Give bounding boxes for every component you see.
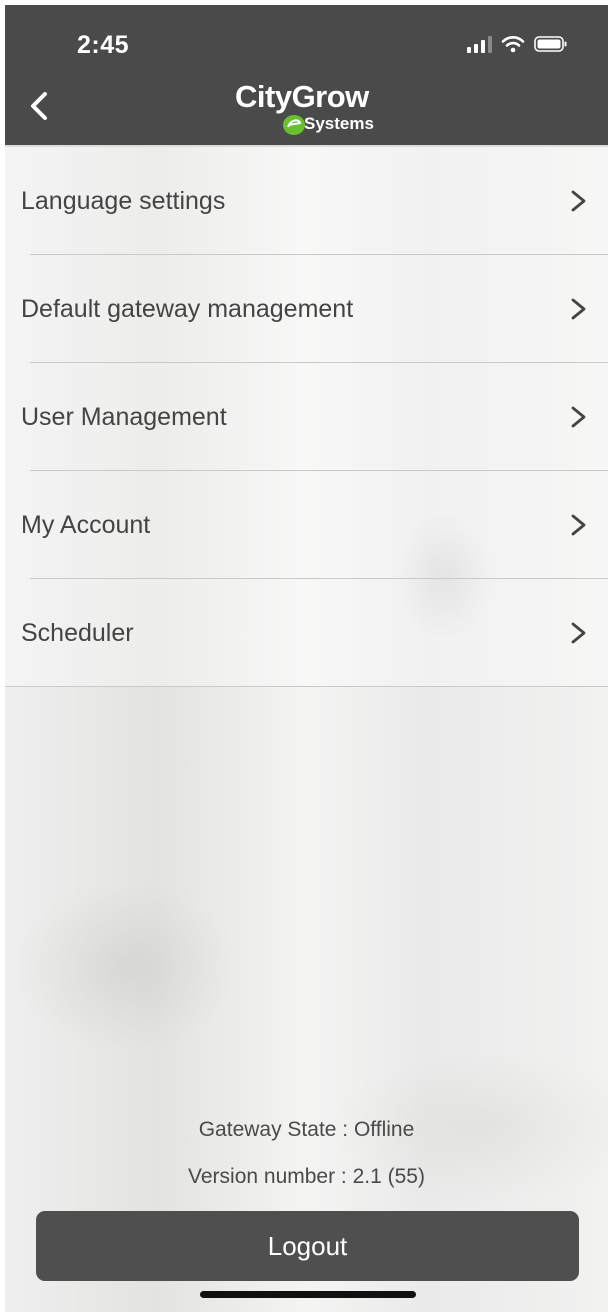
home-indicator (200, 1291, 416, 1298)
logo-text-systems: Systems (304, 114, 374, 133)
chevron-right-icon (571, 514, 586, 536)
menu-item-my-account[interactable]: My Account (5, 471, 608, 579)
app-header: CityGrow Systems (5, 63, 608, 147)
logo-text-citygrow: CityGrow (235, 79, 369, 114)
menu-item-language-settings[interactable]: Language settings (5, 147, 608, 255)
menu-item-user-management[interactable]: User Management (5, 363, 608, 471)
citygrow-logo: CityGrow Systems (230, 79, 390, 135)
version-number-text: Version number : 2.1 (55) (188, 1165, 425, 1188)
back-chevron-icon[interactable] (23, 89, 57, 123)
signal-icon (467, 35, 492, 53)
wifi-icon (501, 36, 525, 53)
settings-menu: Language settings Default gateway manage… (5, 147, 608, 687)
menu-item-label: My Account (21, 511, 151, 539)
chevron-right-icon (571, 622, 586, 644)
status-bar: 2:45 (5, 5, 608, 63)
menu-item-scheduler[interactable]: Scheduler (5, 579, 608, 687)
logo-leaf-icon (283, 115, 305, 135)
menu-item-label: Language settings (21, 187, 226, 215)
menu-item-label: Default gateway management (21, 295, 354, 323)
divider (5, 686, 608, 687)
chevron-right-icon (571, 406, 586, 428)
menu-item-label: Scheduler (21, 619, 134, 647)
menu-item-default-gateway-management[interactable]: Default gateway management (5, 255, 608, 363)
status-time: 2:45 (77, 31, 130, 59)
chevron-right-icon (571, 190, 586, 212)
system-icons (467, 35, 568, 53)
gateway-state-text: Gateway State : Offline (198, 1118, 415, 1141)
menu-item-label: User Management (21, 403, 227, 431)
chevron-right-icon (571, 298, 586, 320)
battery-icon (534, 36, 567, 52)
logout-button[interactable]: Logout (36, 1211, 579, 1281)
